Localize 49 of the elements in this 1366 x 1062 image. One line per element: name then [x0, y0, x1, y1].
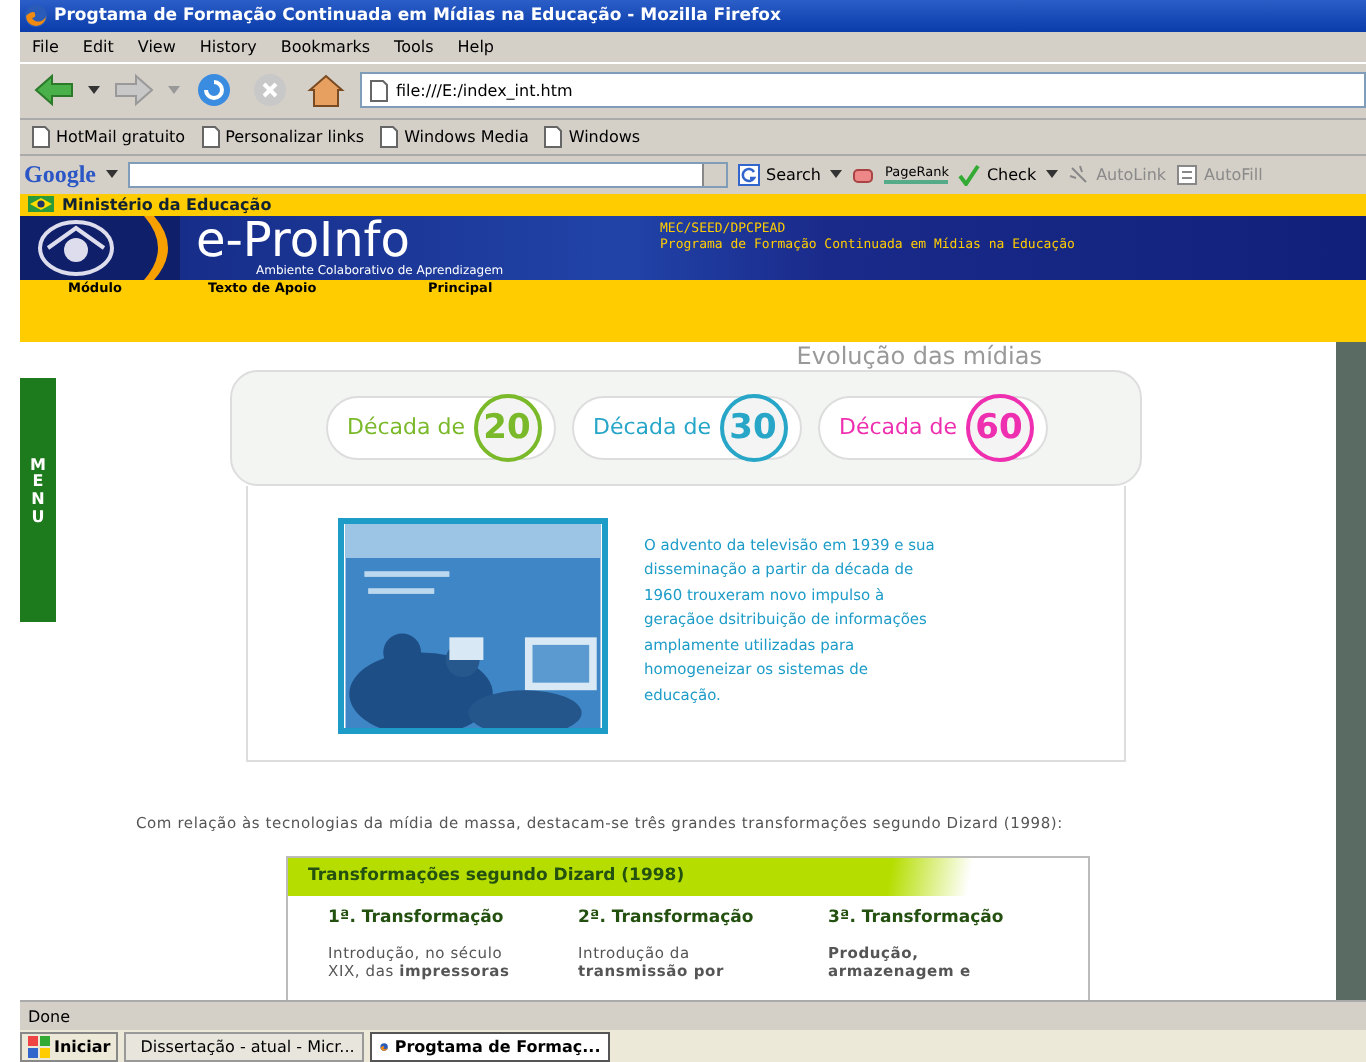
- windows-flag-icon: [28, 1035, 50, 1058]
- column-heading: 3ª. Transformação: [828, 907, 1006, 928]
- toolbar-button[interactable]: Search: [738, 163, 821, 186]
- address-field[interactable]: file:///E:/index_int.htm: [360, 72, 1366, 109]
- bookmark-link[interactable]: HotMail gratuito: [56, 127, 186, 146]
- caret-icon[interactable]: [88, 86, 100, 95]
- menu-item[interactable]: History: [199, 37, 257, 56]
- menu-item[interactable]: File: [32, 37, 59, 56]
- forward-arrow-icon[interactable]: [112, 70, 156, 111]
- flag-icon: [28, 196, 54, 213]
- panel-title: Evolução das mídias: [796, 341, 1042, 370]
- toolbar-button[interactable]: Check: [958, 163, 1037, 186]
- page-icon: [370, 79, 388, 102]
- page-icon: [201, 125, 220, 148]
- search-field[interactable]: [128, 161, 728, 188]
- page-icon: [544, 125, 563, 148]
- check-mark-icon: [958, 163, 981, 186]
- caret-icon[interactable]: [106, 170, 118, 179]
- menu-item[interactable]: Bookmarks: [280, 37, 371, 56]
- page-icon: [380, 125, 399, 148]
- search-icon: [738, 163, 760, 186]
- scroll-track[interactable]: [1336, 341, 1366, 1001]
- start-button[interactable]: Iniciar: [20, 1031, 119, 1062]
- bookmark-link[interactable]: Personalizar links: [225, 127, 365, 146]
- form-icon: [1176, 163, 1199, 186]
- ministry-name: Ministério da Educação: [62, 195, 272, 214]
- browser-logo-icon: [24, 3, 48, 28]
- bookmark-link[interactable]: Windows: [568, 127, 641, 146]
- menu-item[interactable]: Help: [457, 37, 495, 56]
- caret-icon[interactable]: [1046, 170, 1059, 179]
- bookmark-link[interactable]: Windows Media: [404, 127, 529, 146]
- google-logo[interactable]: Google: [24, 159, 96, 190]
- menu-item[interactable]: View: [137, 37, 176, 56]
- page-icon: [32, 125, 50, 148]
- caret-icon[interactable]: [830, 170, 843, 179]
- taskbar-button[interactable]: Dissertação - atual - Micr...: [124, 1031, 365, 1062]
- column-heading: 1ª. Transformação: [328, 907, 506, 928]
- reload-icon[interactable]: [192, 70, 236, 111]
- back-arrow-icon[interactable]: [32, 70, 76, 111]
- taskbar-button[interactable]: Progtama de Formaç...: [370, 1031, 611, 1062]
- menu-item[interactable]: Edit: [82, 37, 114, 56]
- window-title: Progtama de Formação Continuada em Mídias na Educação - Mozilla Firefox: [54, 5, 781, 26]
- decade-button[interactable]: Década de 60: [817, 395, 1047, 460]
- menu-item[interactable]: Tools: [394, 37, 434, 56]
- logo-emblem-icon: [20, 215, 180, 280]
- column-heading: 2ª. Transformação: [578, 907, 756, 928]
- menu-tab[interactable]: MENU: [20, 377, 56, 622]
- site-logo: e-ProInfo: [196, 215, 410, 264]
- home-icon[interactable]: [304, 70, 348, 111]
